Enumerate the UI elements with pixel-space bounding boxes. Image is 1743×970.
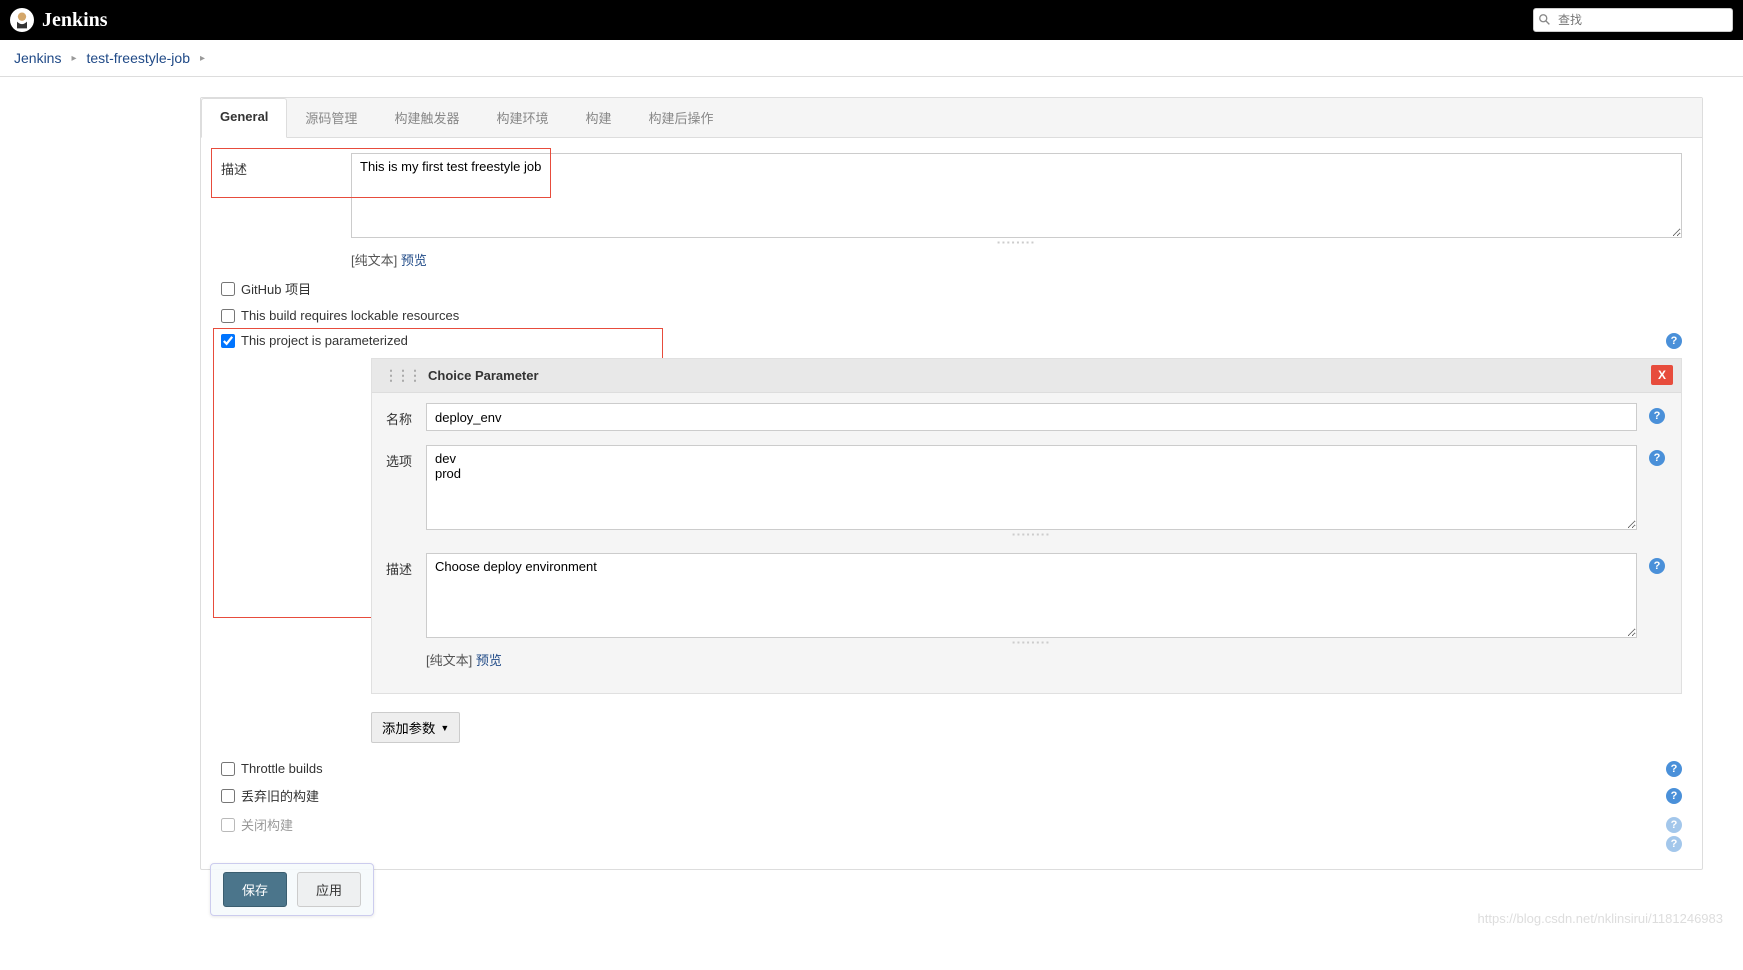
description-textarea[interactable] bbox=[351, 153, 1682, 238]
add-parameter-button[interactable]: 添加参数 ▼ bbox=[371, 712, 460, 743]
search-wrapper bbox=[1533, 8, 1733, 32]
throttle-checkbox[interactable] bbox=[221, 762, 235, 776]
chevron-down-icon: ▼ bbox=[440, 723, 449, 733]
preview-link[interactable]: 预览 bbox=[401, 253, 427, 268]
help-icon[interactable]: ? bbox=[1666, 333, 1682, 349]
drag-handle-icon[interactable]: ⋮⋮⋮ bbox=[384, 367, 420, 384]
lockable-label[interactable]: This build requires lockable resources bbox=[241, 308, 459, 323]
throttle-row: Throttle builds ? bbox=[221, 761, 1682, 776]
preview-link[interactable]: 预览 bbox=[476, 653, 502, 668]
search-input[interactable] bbox=[1533, 8, 1733, 32]
tab-build[interactable]: 构建 bbox=[567, 98, 630, 137]
disable-build-label[interactable]: 关闭构建 bbox=[241, 815, 293, 834]
help-icon[interactable]: ? bbox=[1666, 788, 1682, 804]
delete-parameter-button[interactable]: X bbox=[1651, 365, 1673, 385]
discard-old-label[interactable]: 丢弃旧的构建 bbox=[241, 786, 319, 805]
help-icon[interactable]: ? bbox=[1649, 408, 1665, 424]
parameter-body: 名称 ? 选项 ▪▪▪▪▪▪▪▪ ? bbox=[372, 393, 1681, 693]
param-desc-textarea[interactable] bbox=[426, 553, 1637, 638]
chevron-right-icon: ▸ bbox=[200, 53, 205, 64]
app-header: Jenkins bbox=[0, 0, 1743, 40]
lockable-row: This build requires lockable resources bbox=[221, 308, 1682, 323]
discard-old-row: 丢弃旧的构建 ? bbox=[221, 786, 1682, 805]
tab-general[interactable]: General bbox=[201, 98, 287, 138]
parameterized-checkbox[interactable] bbox=[221, 334, 235, 348]
tab-body: 描述 ▪▪▪▪▪▪▪▪ [纯文本] 预览 GitHub 项目 This bui bbox=[201, 138, 1702, 869]
config-panel: General 源码管理 构建触发器 构建环境 构建 构建后操作 描述 ▪▪▪▪… bbox=[200, 97, 1703, 870]
breadcrumb: Jenkins ▸ test-freestyle-job ▸ bbox=[0, 40, 1743, 77]
chevron-right-icon: ▸ bbox=[71, 53, 76, 64]
jenkins-logo-icon bbox=[10, 8, 34, 32]
lockable-checkbox[interactable] bbox=[221, 309, 235, 323]
breadcrumb-item-job[interactable]: test-freestyle-job bbox=[87, 50, 190, 66]
save-button[interactable]: 保存 bbox=[223, 872, 287, 907]
description-row: 描述 ▪▪▪▪▪▪▪▪ [纯文本] 预览 bbox=[221, 153, 1682, 269]
throttle-label[interactable]: Throttle builds bbox=[241, 761, 323, 776]
description-label: 描述 bbox=[221, 153, 351, 269]
add-parameter-label: 添加参数 bbox=[382, 718, 435, 737]
param-name-input[interactable] bbox=[426, 403, 1637, 431]
help-icon[interactable]: ? bbox=[1666, 836, 1682, 852]
param-options-label: 选项 bbox=[386, 445, 426, 539]
github-project-checkbox[interactable] bbox=[221, 282, 235, 296]
disable-build-row: 关闭构建 ? bbox=[221, 815, 1682, 834]
param-format-row: [纯文本] 预览 bbox=[426, 650, 1637, 669]
apply-button[interactable]: 应用 bbox=[297, 872, 361, 907]
tab-build-env[interactable]: 构建环境 bbox=[478, 98, 567, 137]
github-project-label[interactable]: GitHub 项目 bbox=[241, 279, 311, 298]
resize-grip[interactable]: ▪▪▪▪▪▪▪▪ bbox=[426, 530, 1637, 539]
help-icon[interactable]: ? bbox=[1666, 817, 1682, 833]
description-format-row: [纯文本] 预览 bbox=[351, 250, 1682, 269]
param-name-label: 名称 bbox=[386, 403, 426, 431]
tab-post-build[interactable]: 构建后操作 bbox=[630, 98, 732, 137]
help-icon[interactable]: ? bbox=[1649, 450, 1665, 466]
disable-build-checkbox[interactable] bbox=[221, 818, 235, 832]
resize-grip[interactable]: ▪▪▪▪▪▪▪▪ bbox=[351, 238, 1682, 247]
parameter-block: X ⋮⋮⋮ Choice Parameter 名称 ? bbox=[371, 358, 1682, 694]
tab-bar: General 源码管理 构建触发器 构建环境 构建 构建后操作 bbox=[201, 98, 1702, 138]
param-options-textarea[interactable] bbox=[426, 445, 1637, 530]
main-content: General 源码管理 构建触发器 构建环境 构建 构建后操作 描述 ▪▪▪▪… bbox=[0, 77, 1743, 970]
tab-triggers[interactable]: 构建触发器 bbox=[376, 98, 478, 137]
discard-old-checkbox[interactable] bbox=[221, 789, 235, 803]
help-icon[interactable]: ? bbox=[1649, 558, 1665, 574]
parameterized-row: This project is parameterized ? bbox=[221, 333, 1682, 348]
parameterized-label[interactable]: This project is parameterized bbox=[241, 333, 408, 348]
logo-text: Jenkins bbox=[42, 9, 108, 32]
breadcrumb-item-jenkins[interactable]: Jenkins bbox=[14, 50, 61, 66]
logo-area[interactable]: Jenkins bbox=[10, 8, 108, 32]
parameter-header: ⋮⋮⋮ Choice Parameter bbox=[372, 359, 1681, 393]
search-icon bbox=[1538, 13, 1552, 27]
tab-scm[interactable]: 源码管理 bbox=[287, 98, 376, 137]
help-icon[interactable]: ? bbox=[1666, 761, 1682, 777]
plain-text-label: [纯文本] bbox=[426, 653, 472, 668]
footer-action-bar: 保存 应用 bbox=[210, 863, 374, 916]
resize-grip[interactable]: ▪▪▪▪▪▪▪▪ bbox=[426, 638, 1637, 647]
parameter-title: Choice Parameter bbox=[428, 368, 539, 383]
plain-text-label: [纯文本] bbox=[351, 253, 397, 268]
param-desc-label: 描述 bbox=[386, 553, 426, 669]
github-project-row: GitHub 项目 bbox=[221, 279, 1682, 298]
